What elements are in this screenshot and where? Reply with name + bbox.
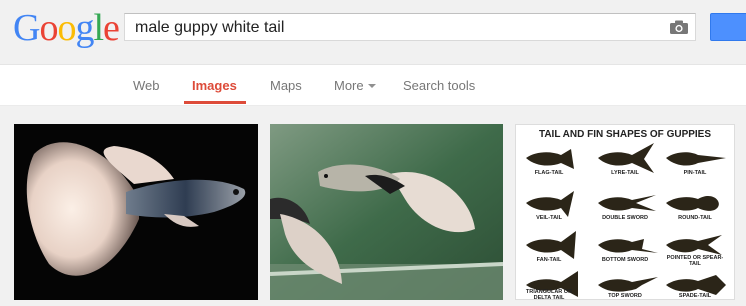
fin-label: ROUND-TAIL [678,215,712,221]
logo-letter: g [75,7,94,49]
fin-label: DOUBLE SWORD [602,215,648,221]
fin-label: SPADE-TAIL [678,293,712,299]
image-result-thumbnail[interactable]: TAIL AND FIN SHAPES OF GUPPIES FLAG-TAIL… [515,124,735,300]
tab-search-tools[interactable]: Search tools [403,78,475,94]
chevron-down-icon [367,83,376,88]
logo-letter: e [103,7,120,49]
tab-more-label: More [334,78,364,93]
search-query-text: male guppy white tail [135,19,285,36]
camera-icon[interactable] [669,19,689,35]
image-result-thumbnail[interactable] [14,124,258,300]
search-button[interactable] [710,13,746,41]
fin-label: POINTED OR SPEAR-TAIL [666,255,724,267]
search-nav: Web Images Maps More Search tools [0,65,746,106]
search-input[interactable]: male guppy white tail [124,13,696,41]
fin-shapes-illustration [526,143,726,297]
tab-web[interactable]: Web [133,78,160,94]
fin-label: BOTTOM SWORD [601,257,649,263]
fin-label: LYRE-TAIL [611,170,639,176]
fin-label: PIN-TAIL [683,170,707,176]
fin-label: FLAG-TAIL [534,170,564,176]
fin-label: VEIL-TAIL [536,215,562,221]
tab-more[interactable]: More [334,78,376,94]
active-tab-indicator [184,101,246,104]
image-results: TAIL AND FIN SHAPES OF GUPPIES FLAG-TAIL… [0,106,746,306]
logo-letter: l [93,7,104,49]
fin-label: TRIANGULAR OR DELTA TAIL [525,289,573,300]
logo-letter: o [57,7,76,49]
guppy-photo-1 [26,142,246,276]
fin-label: TOP SWORD [608,293,642,299]
google-logo[interactable]: Google [13,7,120,49]
logo-letter: o [39,7,58,49]
logo-letter: G [13,7,40,49]
image-result-thumbnail[interactable] [270,124,503,300]
tab-maps[interactable]: Maps [270,78,302,94]
guppy-photo-2 [270,124,503,300]
tab-images[interactable]: Images [192,78,237,94]
fin-label: FAN-TAIL [536,257,562,263]
top-bar: Google male guppy white tail [0,0,746,65]
